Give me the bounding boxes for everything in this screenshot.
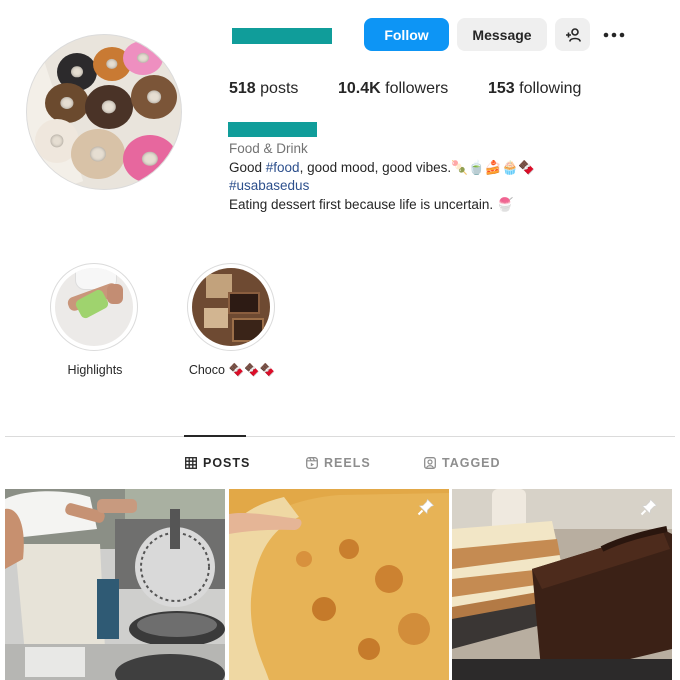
message-button[interactable]: Message xyxy=(457,18,547,51)
highlight-label-text: Choco xyxy=(188,363,225,377)
bio-line: Eating dessert first because life is unc… xyxy=(229,196,535,215)
highlight-highlights[interactable]: Highlights xyxy=(50,263,140,377)
bio-line: Good #food, good mood, good vibes.🍡🍵🍰🧁🍫 xyxy=(229,159,535,178)
reels-icon xyxy=(306,457,318,469)
highlight-choco[interactable]: Choco 🍫🍫🍫 xyxy=(187,263,277,378)
tagged-icon xyxy=(424,457,436,469)
highlight-label-emoji: 🍫🍫🍫 xyxy=(228,363,276,377)
post-image xyxy=(5,489,225,680)
pin-icon xyxy=(640,498,658,516)
tabs-divider xyxy=(5,436,675,437)
highlight-ring xyxy=(187,263,275,351)
tab-posts[interactable]: POSTS xyxy=(185,456,250,470)
cover-block xyxy=(232,318,264,342)
post-image xyxy=(229,489,449,680)
tab-reels[interactable]: REELS xyxy=(306,456,371,470)
cover-block xyxy=(228,292,260,314)
follow-button[interactable]: Follow xyxy=(364,18,449,51)
posts-count: 518 xyxy=(229,80,256,97)
tab-label: POSTS xyxy=(203,456,251,470)
avatar-donut xyxy=(123,135,177,183)
tab-label: TAGGED xyxy=(442,456,501,470)
suggested-accounts-button[interactable] xyxy=(555,18,590,51)
bio-text: Eating dessert first because life is unc… xyxy=(229,196,497,212)
bio-text: , good mood, good vibes. xyxy=(299,159,452,175)
pin-icon xyxy=(417,498,435,516)
followers-count: 10.4K xyxy=(338,80,381,97)
full-name-redacted xyxy=(228,122,317,137)
followers-label: followers xyxy=(385,80,449,97)
avatar-donut xyxy=(45,83,89,123)
bio-emoji: 🍧 xyxy=(496,196,514,212)
avatar-donut xyxy=(71,129,125,179)
avatar-donut xyxy=(85,85,133,129)
bio-emoji: 🍡🍵🍰🧁🍫 xyxy=(451,159,536,175)
cover-hand xyxy=(107,284,123,304)
post-cakes[interactable] xyxy=(452,489,672,680)
cover-block xyxy=(204,308,228,328)
followers-stat[interactable]: 10.4K followers xyxy=(338,80,448,98)
post-pizza[interactable] xyxy=(229,489,449,680)
username-redacted xyxy=(232,28,332,44)
post-waffle[interactable] xyxy=(5,489,225,680)
grid-icon xyxy=(185,457,197,469)
following-count: 153 xyxy=(488,80,515,97)
highlight-label: Highlights xyxy=(67,363,123,377)
hashtag-link[interactable]: #food xyxy=(266,160,300,175)
highlight-label: Choco 🍫🍫🍫 xyxy=(187,363,277,378)
bio-text: Good xyxy=(229,159,266,175)
profile-avatar[interactable] xyxy=(26,34,182,190)
highlight-cover xyxy=(192,268,270,346)
tab-label: REELS xyxy=(324,456,371,470)
profile-bio: Food & Drink Good #food, good mood, good… xyxy=(229,140,535,214)
more-icon xyxy=(603,32,625,37)
avatar-donut xyxy=(123,41,163,75)
posts-label: posts xyxy=(260,80,299,97)
more-options-button[interactable] xyxy=(598,18,630,51)
following-label: following xyxy=(519,80,582,97)
add-user-icon xyxy=(565,27,581,42)
highlight-ring xyxy=(50,263,138,351)
posts-stat[interactable]: 518 posts xyxy=(229,80,298,98)
avatar-donut xyxy=(131,75,177,119)
profile-category: Food & Drink xyxy=(229,141,308,156)
highlight-cover xyxy=(55,268,133,346)
tab-tagged[interactable]: TAGGED xyxy=(424,456,501,470)
hashtag-link[interactable]: #usabasedus xyxy=(229,177,535,196)
active-tab-indicator xyxy=(184,435,246,437)
post-image xyxy=(452,489,672,680)
following-stat[interactable]: 153 following xyxy=(488,80,581,98)
